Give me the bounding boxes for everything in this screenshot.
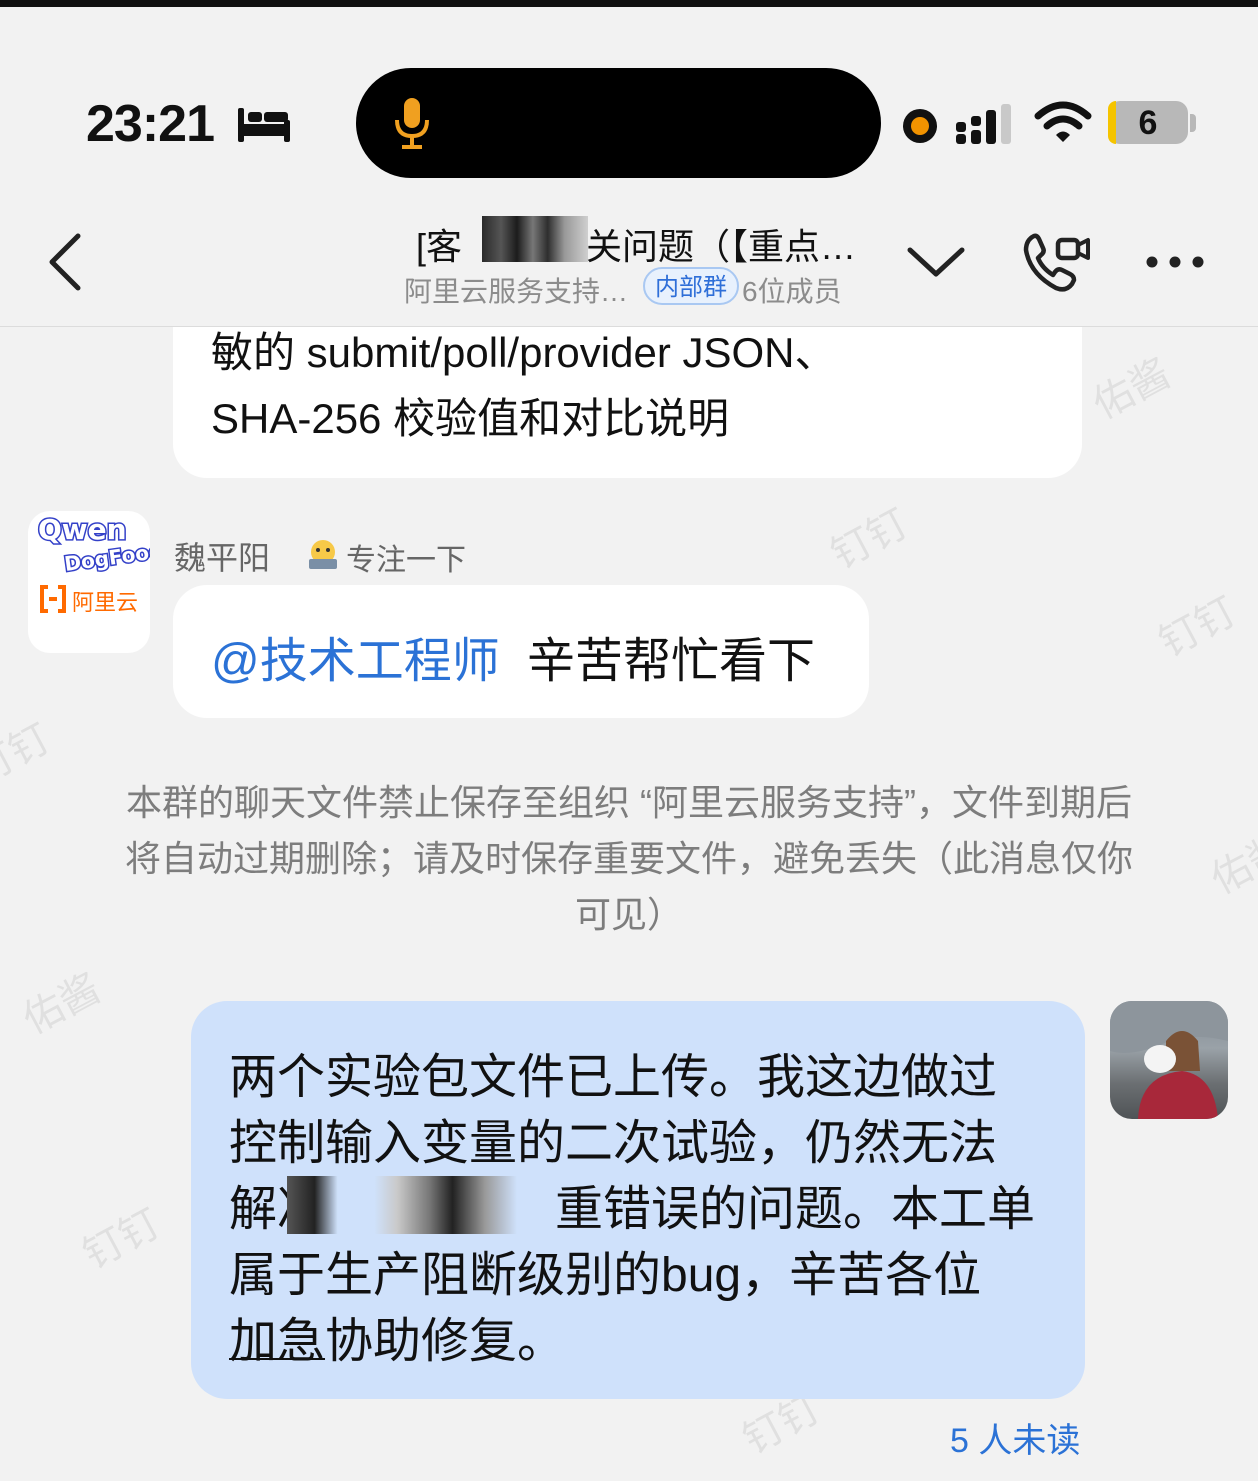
watermark: 钉钉: [824, 501, 916, 578]
message-bubble[interactable]: @技术工程师 辛苦帮忙看下: [173, 585, 869, 718]
top-strip: [0, 0, 1258, 7]
message-text: 敏的 submit/poll/provider JSON、: [211, 329, 837, 376]
recording-dot-icon: [903, 109, 937, 143]
more-icon[interactable]: [1144, 252, 1206, 272]
chat-title[interactable]: [客 关问题（【重点…: [380, 214, 880, 267]
message-text: 辛苦帮忙看下: [527, 635, 816, 688]
battery-level: 6: [1138, 104, 1158, 142]
sender-status: 专注一下: [346, 544, 466, 577]
avatar[interactable]: Qwen DogFooder 阿里云: [28, 511, 150, 653]
message-text-part: 重错误的问题。本工单: [555, 1183, 1036, 1236]
battery-icon: 6: [1108, 101, 1188, 144]
message-text: 两个实验包文件已上传。我这边做过: [229, 1051, 998, 1104]
aliyun-logo: 阿里云: [40, 585, 138, 616]
watermark: 钉钉: [0, 716, 58, 793]
my-message-bubble[interactable]: 两个实验包文件已上传。我这边做过 控制输入变量的二次试验，仍然无法 解决 重错误的…: [191, 1001, 1085, 1399]
message-text-part: 加急: [229, 1315, 326, 1368]
chat-title-prefix: [客: [416, 226, 463, 267]
internal-group-badge: 内部群: [643, 267, 739, 305]
call-icon[interactable]: [1020, 230, 1092, 294]
focus-status-icon: [309, 540, 337, 569]
chat-title-suffix: 关问题（【重点…: [586, 226, 857, 267]
message-text: 加急协助修复。: [229, 1301, 565, 1371]
mention-link[interactable]: @技术工程师: [211, 621, 500, 691]
user-photo-icon: [1110, 1001, 1228, 1119]
battery-tip: [1190, 114, 1196, 132]
message-text-part: 协助修复。: [325, 1315, 566, 1368]
unread-count[interactable]: 5 人未读: [950, 1413, 1080, 1462]
watermark: 佑酱: [1204, 826, 1258, 903]
watermark: 佑酱: [16, 966, 108, 1043]
message-text: 属于生产阻断级别的bug，辛苦各位: [229, 1249, 982, 1302]
member-count[interactable]: 6位成员: [742, 270, 842, 310]
chat-area[interactable]: 佑酱 钉钉 钉钉 钉钉 佑酱 佑酱 钉钉 钉钉 敏的 submit/poll/p…: [0, 327, 1258, 1481]
my-avatar[interactable]: [1110, 1001, 1228, 1119]
dynamic-island: [356, 68, 881, 178]
message-text: 控制输入变量的二次试验，仍然无法: [229, 1117, 998, 1170]
signal-icon: [956, 104, 1011, 144]
svg-text:阿里云: 阿里云: [72, 591, 138, 616]
watermark: 钉钉: [76, 1201, 168, 1278]
chevron-down-icon[interactable]: [906, 244, 966, 280]
watermark: 钉钉: [1152, 589, 1244, 666]
bed-icon: [238, 108, 290, 142]
redacted-title-block: [482, 216, 588, 262]
back-arrow-icon[interactable]: [44, 232, 86, 292]
message-text: SHA-256 校验值和对比说明: [211, 395, 730, 442]
wifi-icon: [1034, 101, 1092, 142]
mic-icon: [395, 98, 429, 149]
sender-name: 魏平阳: [174, 540, 271, 576]
system-notice: 本群的聊天文件禁止保存至组织 “阿里云服务支持”，文件到期后将自动过期删除；请及…: [124, 782, 1133, 935]
qwen-dogfooder-logo: Qwen DogFooder: [37, 512, 151, 574]
org-name: 阿里云服务支持…: [404, 276, 629, 307]
watermark: 佑酱: [1086, 351, 1178, 428]
redacted-text-block: [287, 1176, 517, 1234]
message-bubble[interactable]: 敏的 submit/poll/provider JSON、 SHA-256 校验…: [173, 327, 1082, 478]
svg-text:Qwen: Qwen: [38, 513, 127, 546]
status-time: 23:21: [86, 95, 215, 153]
